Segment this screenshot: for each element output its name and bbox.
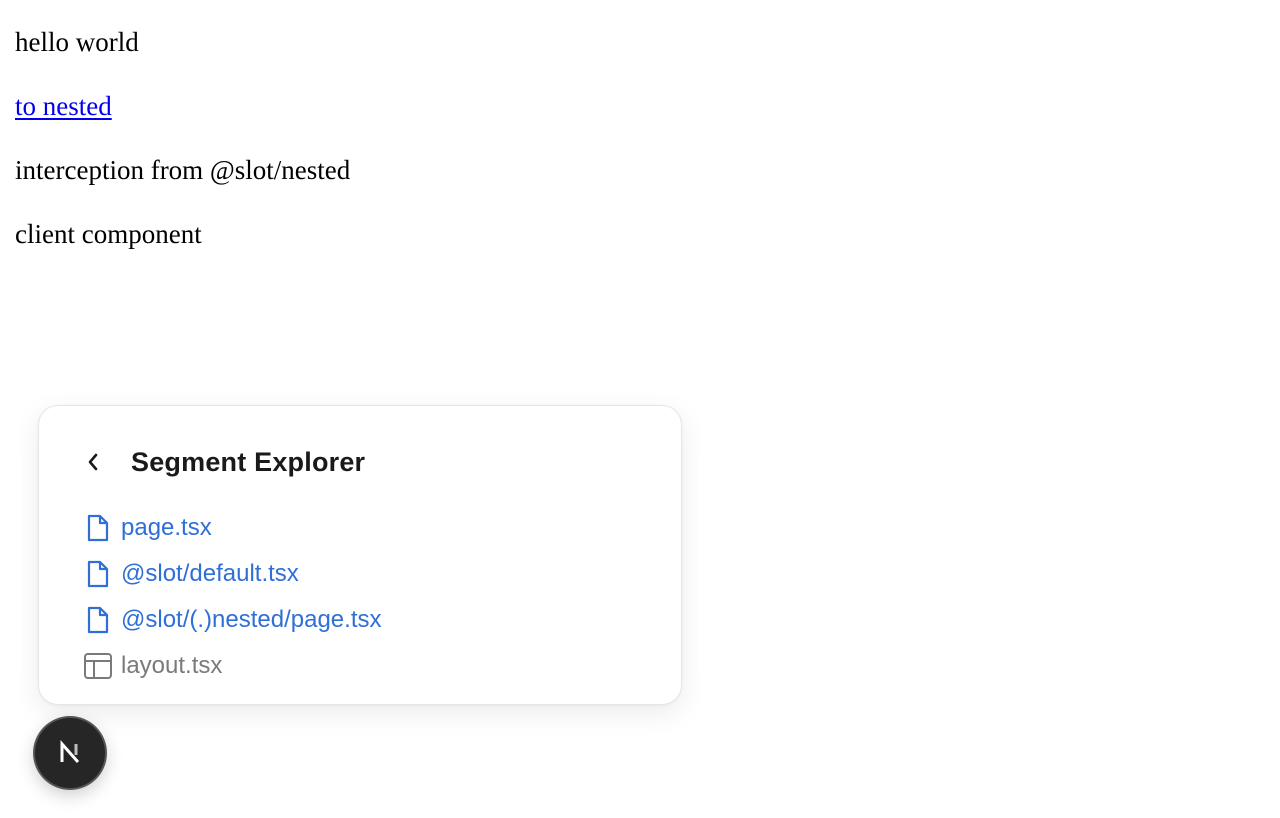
back-button[interactable] — [81, 450, 105, 474]
segment-item-slot-nested-page[interactable]: @slot/(.)nested/page.tsx — [83, 597, 381, 643]
segment-item-page[interactable]: page.tsx — [83, 505, 381, 551]
segment-label: @slot/default.tsx — [121, 560, 299, 587]
file-icon — [83, 559, 113, 589]
file-icon — [83, 605, 113, 635]
to-nested-link[interactable]: to nested — [15, 91, 112, 121]
segment-label: page.tsx — [121, 514, 212, 541]
layout-icon — [83, 651, 113, 681]
hello-text: hello world — [15, 27, 139, 57]
segment-list: page.tsx @slot/default.tsx @slot/(.)nest… — [83, 505, 381, 689]
chevron-left-icon — [88, 453, 98, 471]
interception-text: interception from @slot/nested — [15, 155, 351, 185]
segment-label: layout.tsx — [121, 652, 223, 679]
segment-explorer-panel: Segment Explorer page.tsx @slot/default.… — [38, 405, 682, 705]
segment-label: @slot/(.)nested/page.tsx — [121, 606, 382, 633]
file-icon — [83, 513, 113, 543]
nextjs-devtools-badge[interactable] — [35, 718, 105, 788]
segment-item-slot-default[interactable]: @slot/default.tsx — [83, 551, 381, 597]
nextjs-logo-icon — [60, 740, 80, 763]
client-component-text: client component — [15, 219, 202, 249]
segment-item-layout: layout.tsx — [83, 643, 381, 689]
nested-link-paragraph: to nested — [15, 90, 112, 122]
panel-title: Segment Explorer — [131, 446, 366, 477]
panel-header: Segment Explorer — [81, 442, 365, 482]
